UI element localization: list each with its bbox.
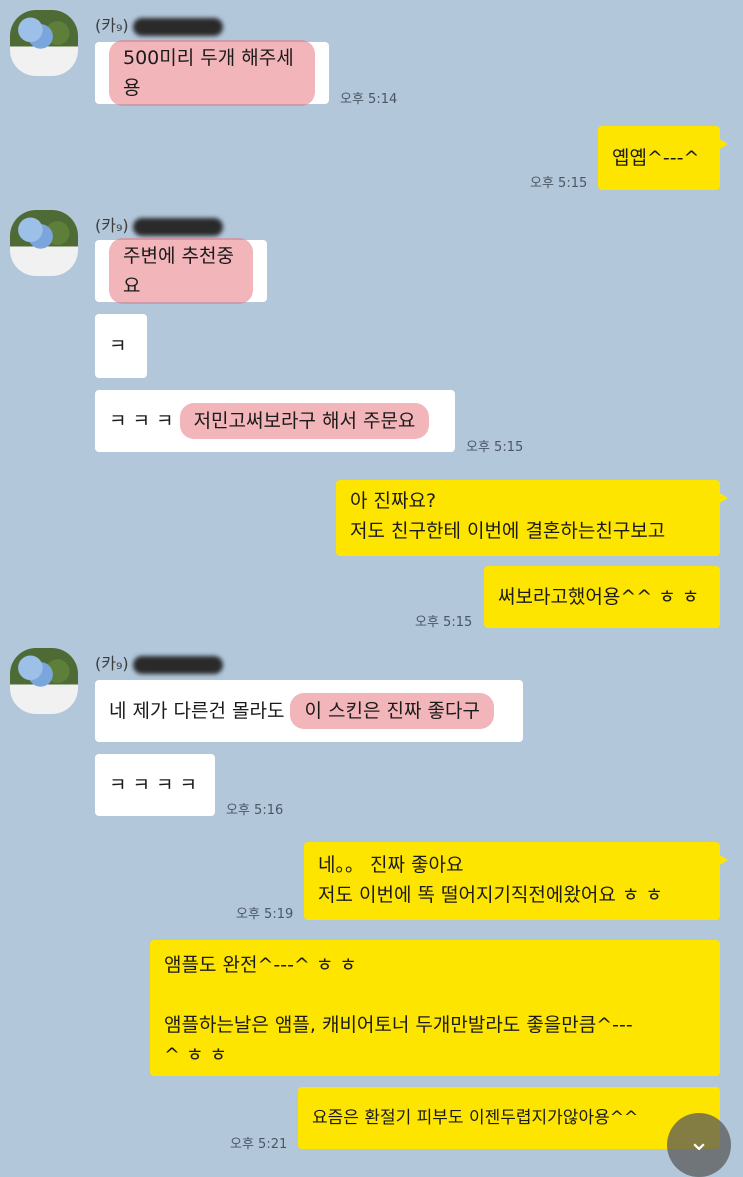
message-text-highlight: 이 스킨은 진짜 좋다구 — [290, 693, 494, 729]
message-line: 앰플도 완전^---^ ㅎ ㅎ — [164, 954, 357, 976]
message-line: 네。。 진짜 좋아요 — [318, 854, 464, 876]
message-line: ^ ㅎ ㅎ — [164, 1044, 227, 1066]
redacted-name — [132, 17, 223, 36]
sender-name: (카₉) — [95, 212, 223, 236]
message-bubble[interactable]: ㅋ ㅋ ㅋ ㅋ — [95, 754, 215, 816]
my-message-bubble[interactable]: 앰플도 완전^---^ ㅎ ㅎ 앰플하는날은 앰플, 캐비어토너 두개만발라도 … — [150, 940, 720, 1076]
sender-name: (카₉) — [95, 12, 223, 36]
timestamp: 오후 5:15 — [530, 176, 588, 191]
message-bubble[interactable]: 주변에 추천중요 — [95, 238, 267, 304]
message-text: 써보라고했어용^^ ㅎ ㅎ — [498, 586, 700, 608]
message-bubble[interactable]: 네 제가 다른건 몰라도 이 스킨은 진짜 좋다구 — [95, 680, 523, 742]
message-text: 요즘은 환절기 피부도 이젠두렵지가않아용^^ — [312, 1108, 639, 1128]
message-text: ㅋ ㅋ ㅋ ㅋ — [109, 774, 198, 796]
sender-name: (카₉) — [95, 650, 223, 674]
message-text: ㅋ — [109, 335, 127, 357]
redacted-name — [132, 655, 223, 674]
avatar[interactable] — [10, 648, 78, 714]
sender-prefix: (카₉) — [95, 216, 129, 235]
redacted-name — [132, 217, 223, 236]
my-message-bubble[interactable]: 아 진짜요? 저도 친구한테 이번에 결혼하는친구보고 — [336, 480, 728, 556]
timestamp: 오후 5:15 — [466, 440, 524, 455]
chevron-down-icon: ⌄ — [688, 1127, 710, 1157]
my-message-bubble[interactable]: 요즘은 환절기 피부도 이젠두렵지가않아용^^ — [298, 1087, 720, 1149]
message-line: 앰플하는날은 앰플, 캐비어토너 두개만발라도 좋을만큼^--- — [164, 1014, 633, 1036]
scroll-down-button[interactable]: ⌄ — [667, 1113, 731, 1177]
message-line: 아 진짜요? — [350, 490, 437, 512]
message-bubble[interactable]: ㅋ ㅋ ㅋ 저민고써보라구 해서 주문요 — [95, 390, 455, 452]
message-text: 네 제가 다른건 몰라도 — [109, 700, 291, 722]
message-bubble[interactable]: ㅋ — [95, 314, 147, 378]
timestamp: 오후 5:15 — [415, 615, 473, 630]
message-text-highlight: 저민고써보라구 해서 주문요 — [179, 403, 430, 439]
sender-prefix: (카₉) — [95, 16, 129, 35]
message-line: 저도 이번에 똑 떨어지기직전에왔어요 ㅎ ㅎ — [318, 884, 663, 906]
message-text: ㅋ ㅋ ㅋ — [109, 410, 180, 432]
timestamp: 오후 5:21 — [230, 1137, 288, 1152]
timestamp: 오후 5:16 — [226, 803, 284, 818]
message-text: 500미리 두개 해주세용 — [109, 40, 315, 106]
avatar[interactable] — [10, 210, 78, 276]
message-bubble[interactable]: 500미리 두개 해주세용 — [95, 40, 329, 106]
message-text: 옙옙^---^ — [612, 147, 700, 169]
my-message-bubble[interactable]: 옙옙^---^ — [598, 126, 728, 190]
message-text: 주변에 추천중요 — [109, 238, 253, 304]
sender-prefix: (카₉) — [95, 654, 129, 673]
timestamp: 오후 5:14 — [340, 92, 398, 107]
avatar[interactable] — [10, 10, 78, 76]
timestamp: 오후 5:19 — [236, 907, 294, 922]
my-message-bubble[interactable]: 써보라고했어용^^ ㅎ ㅎ — [484, 566, 720, 628]
my-message-bubble[interactable]: 네。。 진짜 좋아요 저도 이번에 똑 떨어지기직전에왔어요 ㅎ ㅎ — [304, 842, 728, 920]
message-line: 저도 친구한테 이번에 결혼하는친구보고 — [350, 520, 666, 542]
